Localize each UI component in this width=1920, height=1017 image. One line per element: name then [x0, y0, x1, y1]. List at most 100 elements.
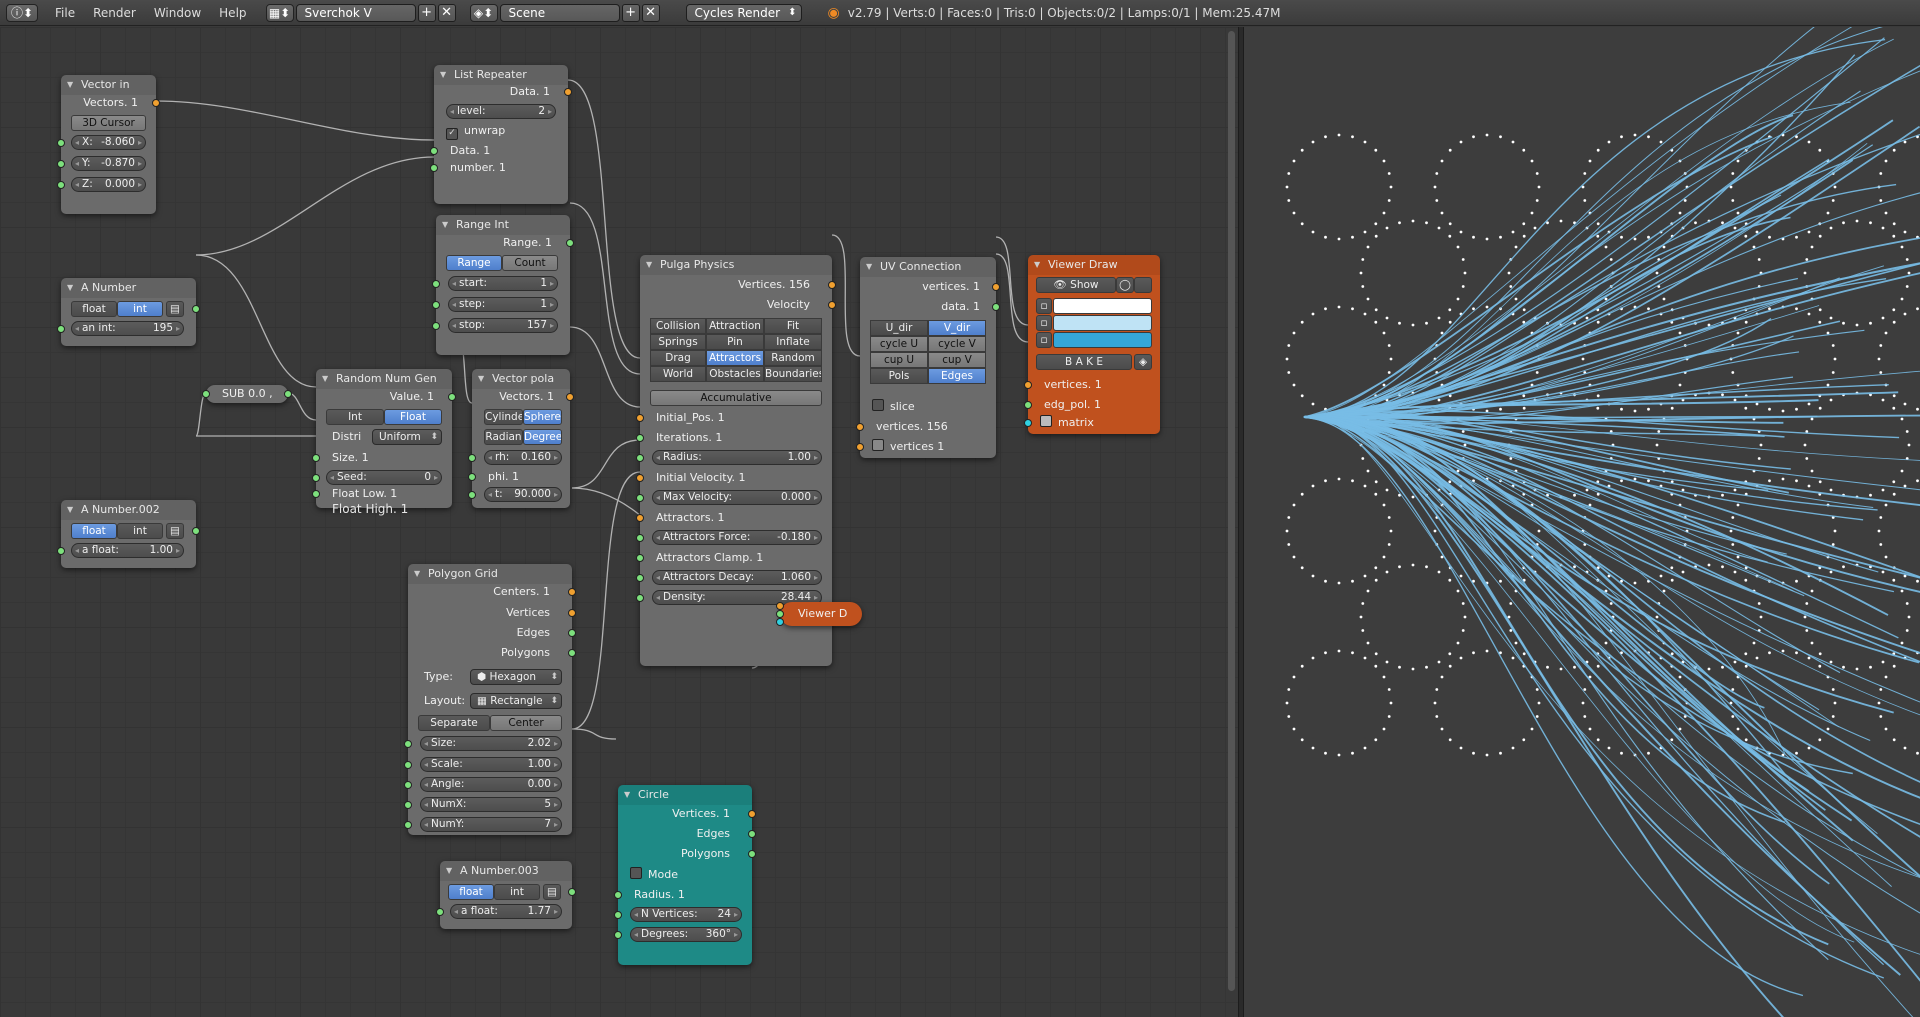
socket-input-angle[interactable]: [404, 781, 412, 789]
socket-input-max-velocity[interactable]: [636, 494, 644, 502]
socket-input-rh[interactable]: [468, 454, 476, 462]
cylinder-mode-button[interactable]: Cylinde: [484, 409, 523, 425]
a-float-field[interactable]: a float: 1.00: [71, 543, 184, 558]
node-title[interactable]: Pulga Physics: [640, 255, 832, 275]
node-title[interactable]: Vector in: [61, 75, 156, 95]
socket-output-vectors[interactable]: [566, 393, 574, 401]
screen-name-field[interactable]: Sverchok V: [295, 3, 416, 22]
add-scene-plus-icon[interactable]: +: [621, 3, 640, 22]
socket-input-seed[interactable]: [312, 474, 320, 482]
editor-type-info-icon[interactable]: ⓘ⬍: [6, 3, 38, 22]
socket-input-phi[interactable]: [468, 473, 476, 481]
socket-output-value[interactable]: [448, 393, 456, 401]
socket-input-size[interactable]: [312, 454, 320, 462]
socket-input-sub[interactable]: [202, 390, 210, 398]
node-title[interactable]: Vector pola: [472, 369, 570, 389]
scene-selector-icon[interactable]: ◈⬍: [469, 3, 498, 22]
menu-window[interactable]: Window: [145, 6, 210, 20]
t-field[interactable]: t: 90.000: [484, 487, 562, 502]
menu-help[interactable]: Help: [210, 6, 255, 20]
angle-field[interactable]: Angle: 0.00: [420, 777, 562, 792]
scene-name-field[interactable]: Scene: [499, 3, 620, 22]
node-random-num-gen[interactable]: Random Num Gen Value. 1 Int Float Distri…: [312, 369, 456, 508]
type-dropdown[interactable]: ⬢ Hexagon: [470, 669, 562, 685]
socket-input-vertices[interactable]: [776, 602, 784, 610]
socket-output-number[interactable]: [192, 305, 200, 313]
node-title[interactable]: A Number.003: [440, 861, 572, 881]
socket-output-edges[interactable]: [568, 629, 576, 637]
bake-button[interactable]: B A K E: [1036, 354, 1132, 370]
attraction-toggle[interactable]: Attraction: [706, 318, 764, 334]
node-editor[interactable]: Vector in Vectors. 1 3D Cursor X:-8.060 …: [0, 27, 1238, 1017]
pols-toggle[interactable]: Pols: [870, 368, 928, 384]
socket-input-matrix[interactable]: [1024, 419, 1032, 427]
socket-output-data[interactable]: [564, 88, 572, 96]
float-type-button[interactable]: Float: [384, 409, 442, 425]
socket-input-a-float[interactable]: [57, 547, 65, 555]
socket-input-edg-pol[interactable]: [776, 610, 784, 618]
node-title[interactable]: A Number: [61, 278, 196, 298]
mode-checkbox[interactable]: Mode: [630, 867, 678, 883]
node-title[interactable]: Random Num Gen: [316, 369, 452, 389]
float-mode-button[interactable]: float: [71, 301, 117, 317]
3d-viewport[interactable]: [1244, 27, 1920, 1017]
stop-field[interactable]: stop: 157: [448, 318, 558, 333]
rh-field[interactable]: rh: 0.160: [484, 450, 562, 465]
shading-sphere-icon[interactable]: ◯: [1116, 277, 1134, 293]
socket-input-an-int[interactable]: [57, 325, 65, 333]
remove-screen-x-icon[interactable]: ✕: [437, 3, 456, 22]
menu-file[interactable]: File: [46, 6, 84, 20]
render-engine-dropdown[interactable]: Cycles Render ⬍: [685, 3, 802, 22]
calculator-icon[interactable]: ▤: [166, 301, 184, 317]
socket-input-numy[interactable]: [404, 821, 412, 829]
remove-scene-x-icon[interactable]: ✕: [641, 3, 660, 22]
int-mode-button[interactable]: int: [117, 301, 163, 317]
socket-output-vertices[interactable]: [992, 283, 1000, 291]
socket-input-radius[interactable]: [636, 454, 644, 462]
cycle-u-toggle[interactable]: cycle U: [870, 336, 928, 352]
node-viewer-draw-collapsed[interactable]: Viewer D: [776, 602, 862, 626]
3d-cursor-button[interactable]: 3D Cursor: [71, 115, 146, 131]
socket-input-numx[interactable]: [404, 801, 412, 809]
socket-output-vertices[interactable]: [828, 281, 836, 289]
socket-input-y[interactable]: [57, 160, 65, 168]
socket-input-x[interactable]: [57, 139, 65, 147]
socket-output-polygons[interactable]: [568, 649, 576, 657]
x-field[interactable]: X: -8.060: [71, 135, 146, 150]
int-type-button[interactable]: Int: [326, 409, 384, 425]
add-screen-plus-icon[interactable]: +: [417, 3, 436, 22]
socket-output-vertices[interactable]: [568, 609, 576, 617]
menu-render[interactable]: Render: [84, 6, 145, 20]
socket-output-polygons[interactable]: [748, 850, 756, 858]
socket-input-attractors-decay[interactable]: [636, 574, 644, 582]
float-mode-button[interactable]: float: [448, 884, 494, 900]
node-title[interactable]: UV Connection: [860, 257, 996, 277]
socket-input-t[interactable]: [468, 491, 476, 499]
calculator-icon[interactable]: ▤: [543, 884, 561, 900]
socket-input-radius[interactable]: [614, 891, 622, 899]
socket-input-size[interactable]: [404, 740, 412, 748]
socket-input-stop[interactable]: [432, 322, 440, 330]
count-mode-button[interactable]: Count: [502, 255, 558, 271]
socket-output-number[interactable]: [192, 527, 200, 535]
attractors-decay-field[interactable]: Attractors Decay: 1.060: [652, 570, 822, 585]
degrees-field[interactable]: Degrees: 360°: [630, 927, 742, 942]
socket-input-data[interactable]: [430, 147, 438, 155]
node-polygon-grid[interactable]: Polygon Grid Centers. 1 Vertices Edges P…: [404, 564, 576, 835]
distribution-dropdown[interactable]: Uniform: [372, 429, 442, 445]
socket-output-vectors[interactable]: [152, 99, 160, 107]
node-a-number-002[interactable]: A Number.002 float int ▤ a float: 1.00: [57, 500, 200, 568]
node-range-int[interactable]: Range Int Range. 1 Range Count start: 1 s…: [432, 215, 574, 355]
springs-toggle[interactable]: Springs: [650, 334, 706, 350]
n-vertices-field[interactable]: N Vertices: 24: [630, 907, 742, 922]
float-mode-button[interactable]: float: [71, 523, 117, 539]
face-color-swatch[interactable]: [1053, 332, 1152, 348]
show-toggle-button[interactable]: 👁 Show: [1036, 277, 1116, 293]
center-button[interactable]: Center: [490, 715, 562, 731]
range-mode-button[interactable]: Range: [446, 255, 502, 271]
v-dir-toggle[interactable]: V_dir: [928, 320, 986, 336]
numx-field[interactable]: NumX: 5: [420, 797, 562, 812]
wire-toggle-icon[interactable]: [1134, 277, 1152, 293]
edge-color-icon[interactable]: ▫: [1036, 315, 1052, 331]
bake-settings-icon[interactable]: ◈: [1134, 354, 1152, 370]
